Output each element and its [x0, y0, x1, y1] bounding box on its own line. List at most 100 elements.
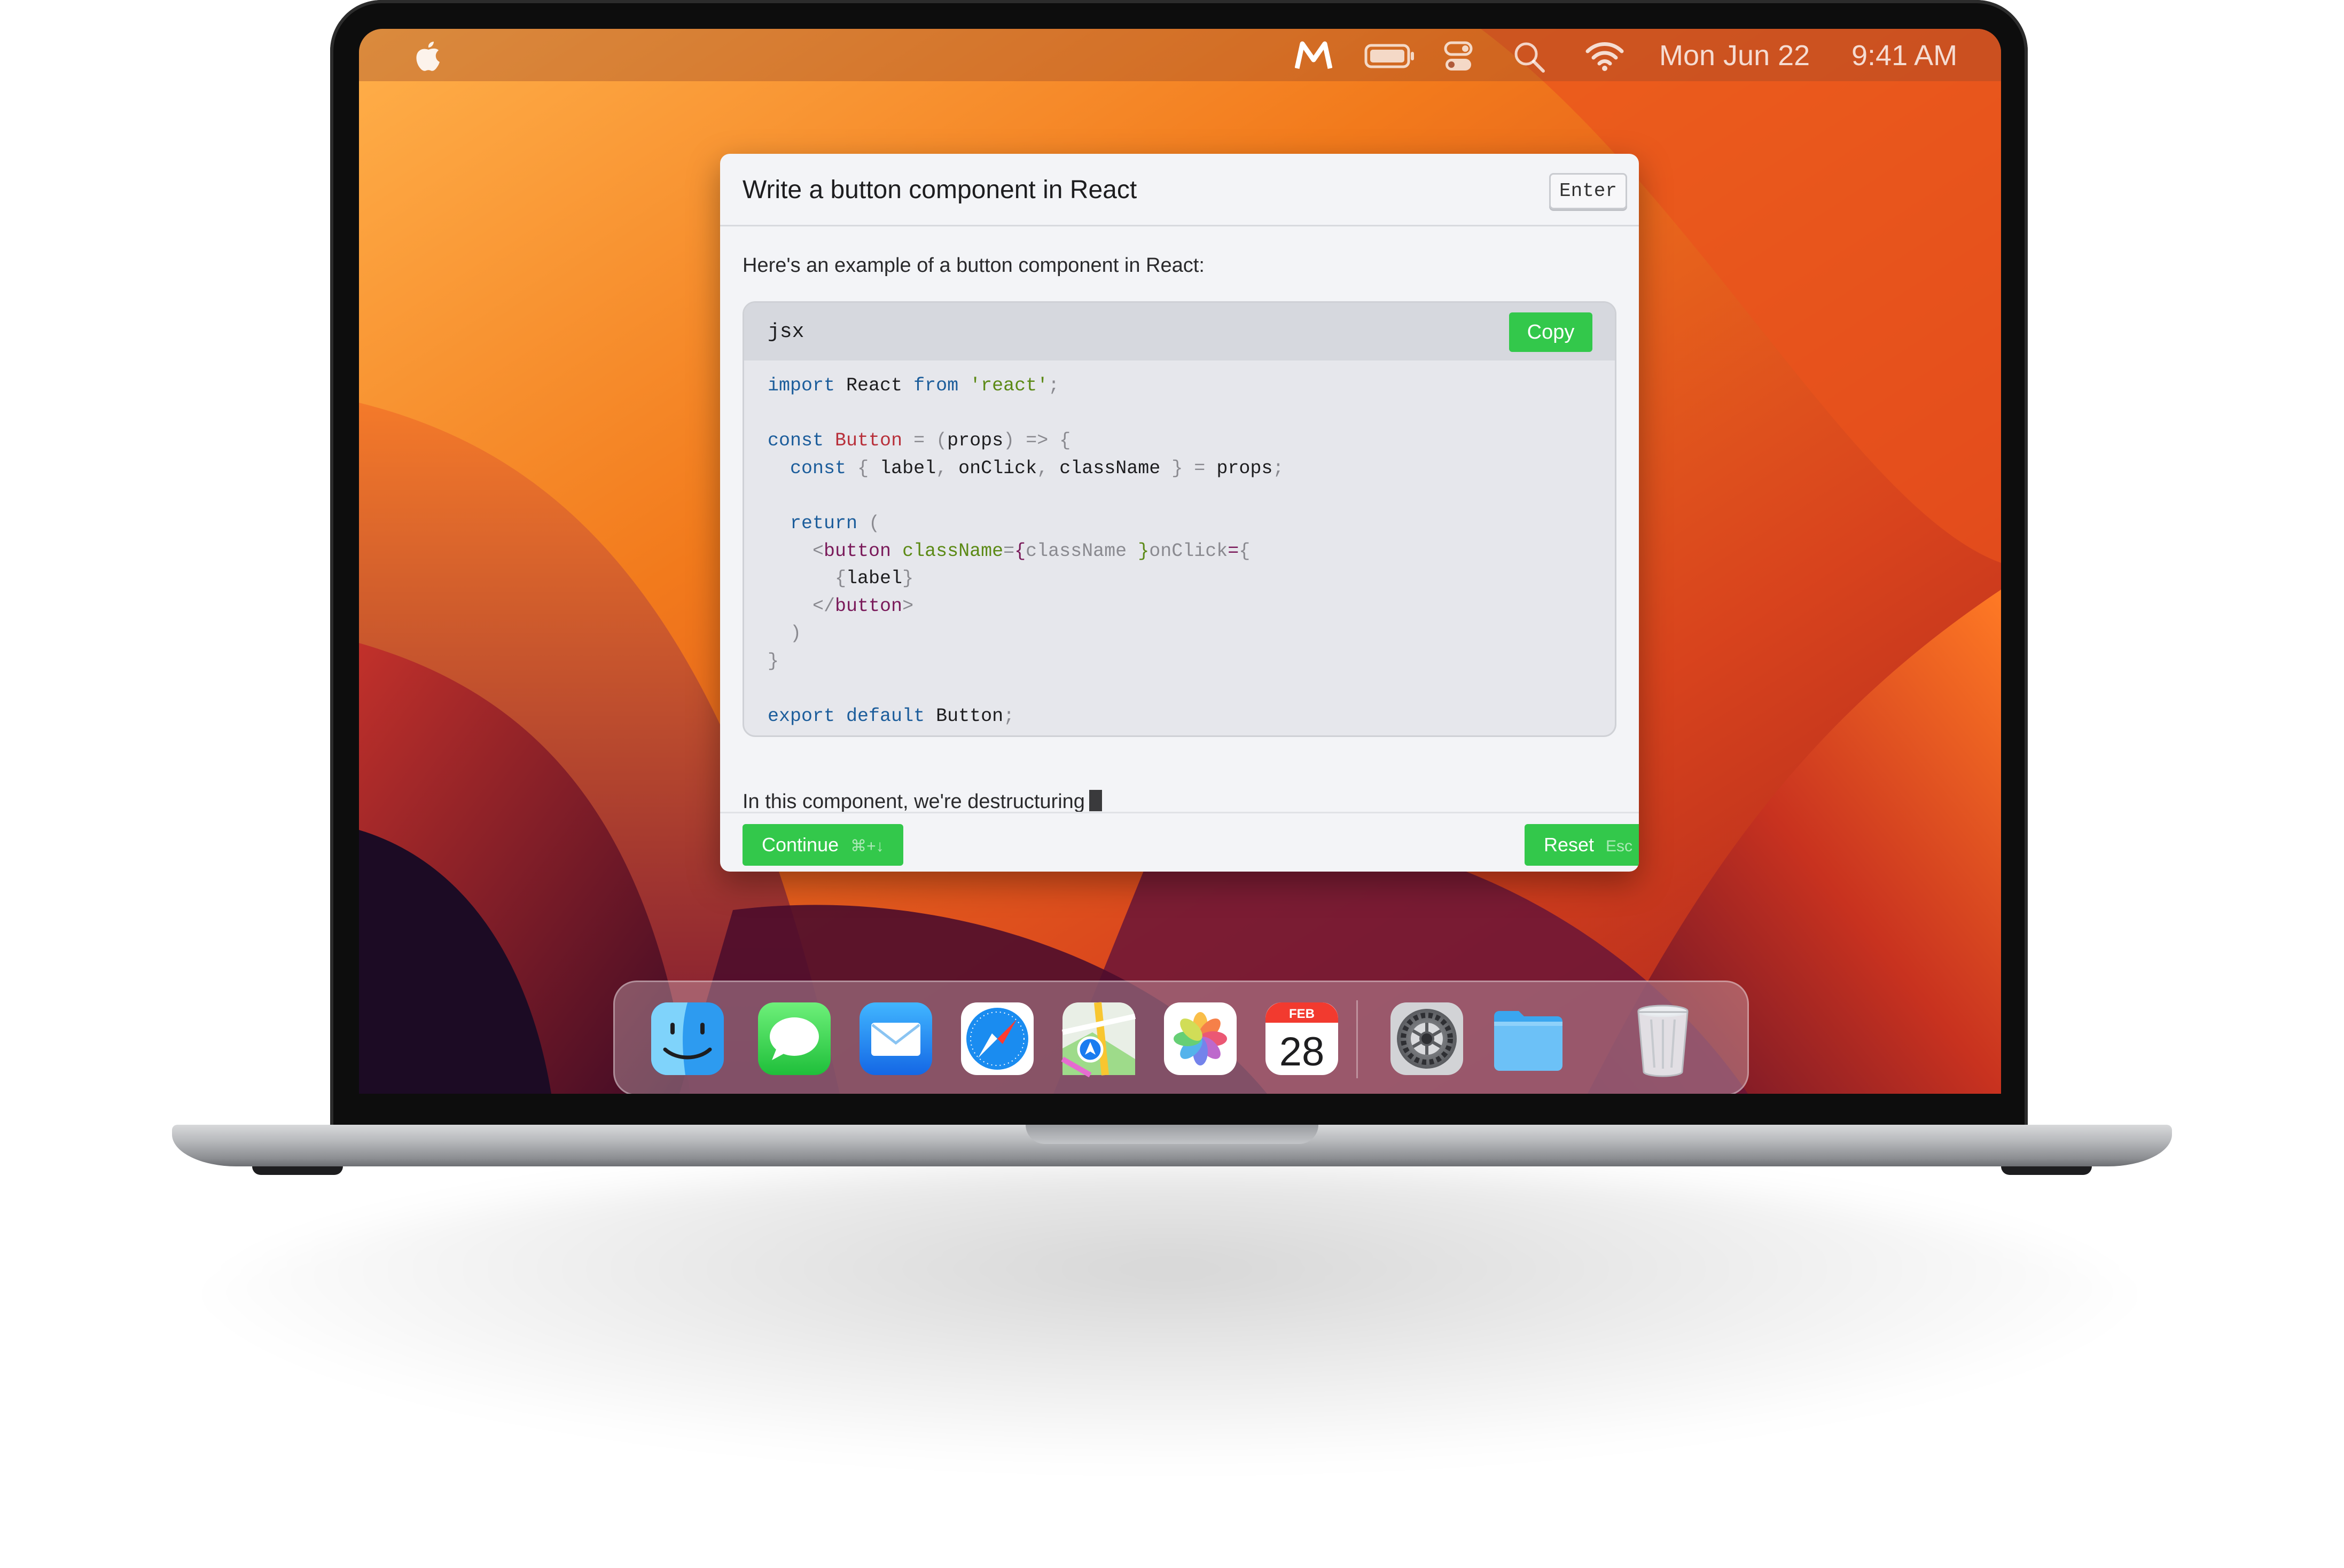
- response-continuation-text: In this component, we're destructuring: [743, 790, 1085, 813]
- control-center-icon[interactable]: [1443, 41, 1473, 73]
- wifi-icon[interactable]: [1585, 41, 1624, 72]
- code-line: const { label, onClick, className } = pr…: [768, 455, 1284, 483]
- calendar-icon[interactable]: FEB 28: [1263, 1000, 1340, 1077]
- code-token: </: [812, 595, 835, 617]
- code-token: <: [812, 540, 824, 562]
- code-token: =: [913, 430, 925, 452]
- code-token: Button: [835, 430, 903, 452]
- code-token: Button: [936, 705, 1004, 727]
- finder-icon[interactable]: [649, 1000, 726, 1077]
- code-line: const Button = (props) => {: [768, 427, 1284, 455]
- code-token: button: [835, 595, 903, 617]
- dock: FEB 28: [613, 981, 1749, 1094]
- apple-icon[interactable]: [413, 40, 443, 73]
- code-token: }: [768, 650, 779, 672]
- code-token: className: [1026, 540, 1127, 562]
- code-token: }: [902, 568, 914, 590]
- continue-button[interactable]: Continue ⌘+↓: [743, 824, 903, 866]
- code-token: =: [1194, 457, 1206, 479]
- code-token: =: [1003, 540, 1015, 562]
- code-token: ,: [1037, 457, 1049, 479]
- code-token: =: [1228, 540, 1239, 562]
- code-line: return (: [768, 510, 1284, 538]
- laptop-lid-notch: [1026, 1125, 1318, 1144]
- response-continuation: In this component, we're destructuring: [743, 789, 1102, 814]
- folder-icon[interactable]: [1490, 1000, 1567, 1077]
- calendar-day: 28: [1279, 1029, 1325, 1075]
- m-app-icon[interactable]: [1295, 41, 1332, 70]
- code-token: export: [768, 705, 835, 727]
- code-token: {: [1239, 540, 1251, 562]
- code-token: ;: [1272, 457, 1284, 479]
- calendar-month: FEB: [1289, 1007, 1315, 1021]
- reset-shortcut-hint: Esc: [1606, 837, 1633, 855]
- panel-header: Write a button component in React Enter: [720, 154, 1639, 226]
- code-token: default: [846, 705, 925, 727]
- trash-icon[interactable]: [1624, 1000, 1701, 1077]
- code-token: import: [768, 375, 835, 396]
- code-token: {: [835, 568, 847, 590]
- menu-bar-date[interactable]: Mon Jun 22: [1659, 38, 1810, 73]
- prompt-input[interactable]: Write a button component in React: [743, 175, 1137, 205]
- code-token: button: [824, 540, 892, 562]
- code-token: }: [1171, 457, 1183, 479]
- code-token: className: [1059, 457, 1161, 479]
- menu-bar-time[interactable]: 9:41 AM: [1851, 38, 1957, 73]
- code-language-label: jsx: [768, 320, 804, 343]
- ai-chat-panel: Write a button component in React Enter …: [720, 154, 1639, 872]
- laptop-shadow: [192, 1164, 2147, 1463]
- code-token: }: [1138, 540, 1150, 562]
- reset-button[interactable]: Reset Esc: [1525, 824, 1639, 866]
- code-body: import React from 'react'; const Button …: [768, 372, 1284, 731]
- code-line: ): [768, 620, 1284, 648]
- continue-shortcut-hint: ⌘+↓: [850, 837, 884, 855]
- code-block-header: jsx Copy: [744, 303, 1615, 360]
- battery-icon[interactable]: [1364, 44, 1416, 68]
- code-token: =>: [1026, 430, 1049, 452]
- menu-bar: Mon Jun 22 9:41 AM: [359, 29, 2001, 81]
- code-token: onClick: [958, 457, 1037, 479]
- code-line: }: [768, 648, 1284, 676]
- laptop-foot-left: [252, 1166, 343, 1175]
- code-line: {label}: [768, 565, 1284, 593]
- continue-label: Continue: [762, 834, 839, 856]
- code-token: ;: [1048, 375, 1060, 396]
- photos-icon[interactable]: [1162, 1000, 1239, 1077]
- mail-icon[interactable]: [857, 1000, 934, 1077]
- enter-key-button[interactable]: Enter: [1549, 173, 1627, 209]
- code-block: jsx Copy import React from 'react'; cons…: [743, 301, 1616, 737]
- code-token: onClick: [1149, 540, 1228, 562]
- code-token: props: [947, 430, 1004, 452]
- code-token: ): [790, 623, 802, 645]
- code-token: ;: [1003, 705, 1015, 727]
- code-token: ,: [936, 457, 948, 479]
- code-line: export default Button;: [768, 703, 1284, 731]
- code-token: className: [902, 540, 1004, 562]
- laptop-foot-right: [2001, 1166, 2092, 1175]
- system-settings-icon[interactable]: [1388, 1000, 1465, 1077]
- code-token: return: [790, 512, 858, 534]
- copy-button[interactable]: Copy: [1509, 312, 1592, 352]
- code-token: props: [1216, 457, 1273, 479]
- code-line: </button>: [768, 593, 1284, 621]
- messages-icon[interactable]: [756, 1000, 833, 1077]
- safari-icon[interactable]: [959, 1000, 1036, 1077]
- panel-footer: Continue ⌘+↓ Reset Esc: [720, 812, 1639, 872]
- response-intro: Here's an example of a button component …: [743, 254, 1205, 277]
- typing-cursor: [1089, 790, 1102, 811]
- code-token: label: [880, 457, 936, 479]
- code-token: from: [913, 375, 959, 396]
- code-token: 'react': [970, 375, 1049, 396]
- code-token: React: [846, 375, 903, 396]
- desktop-screen: Mon Jun 22 9:41 AM Write a button compon…: [359, 29, 2001, 1094]
- code-token: >: [902, 595, 914, 617]
- code-token: ): [1003, 430, 1015, 452]
- dock-separator: [1356, 1000, 1358, 1078]
- code-line: <button className={className }onClick={: [768, 538, 1284, 566]
- maps-icon[interactable]: [1060, 1000, 1137, 1077]
- spotlight-search-icon[interactable]: [1513, 41, 1546, 74]
- code-token: (: [869, 512, 880, 534]
